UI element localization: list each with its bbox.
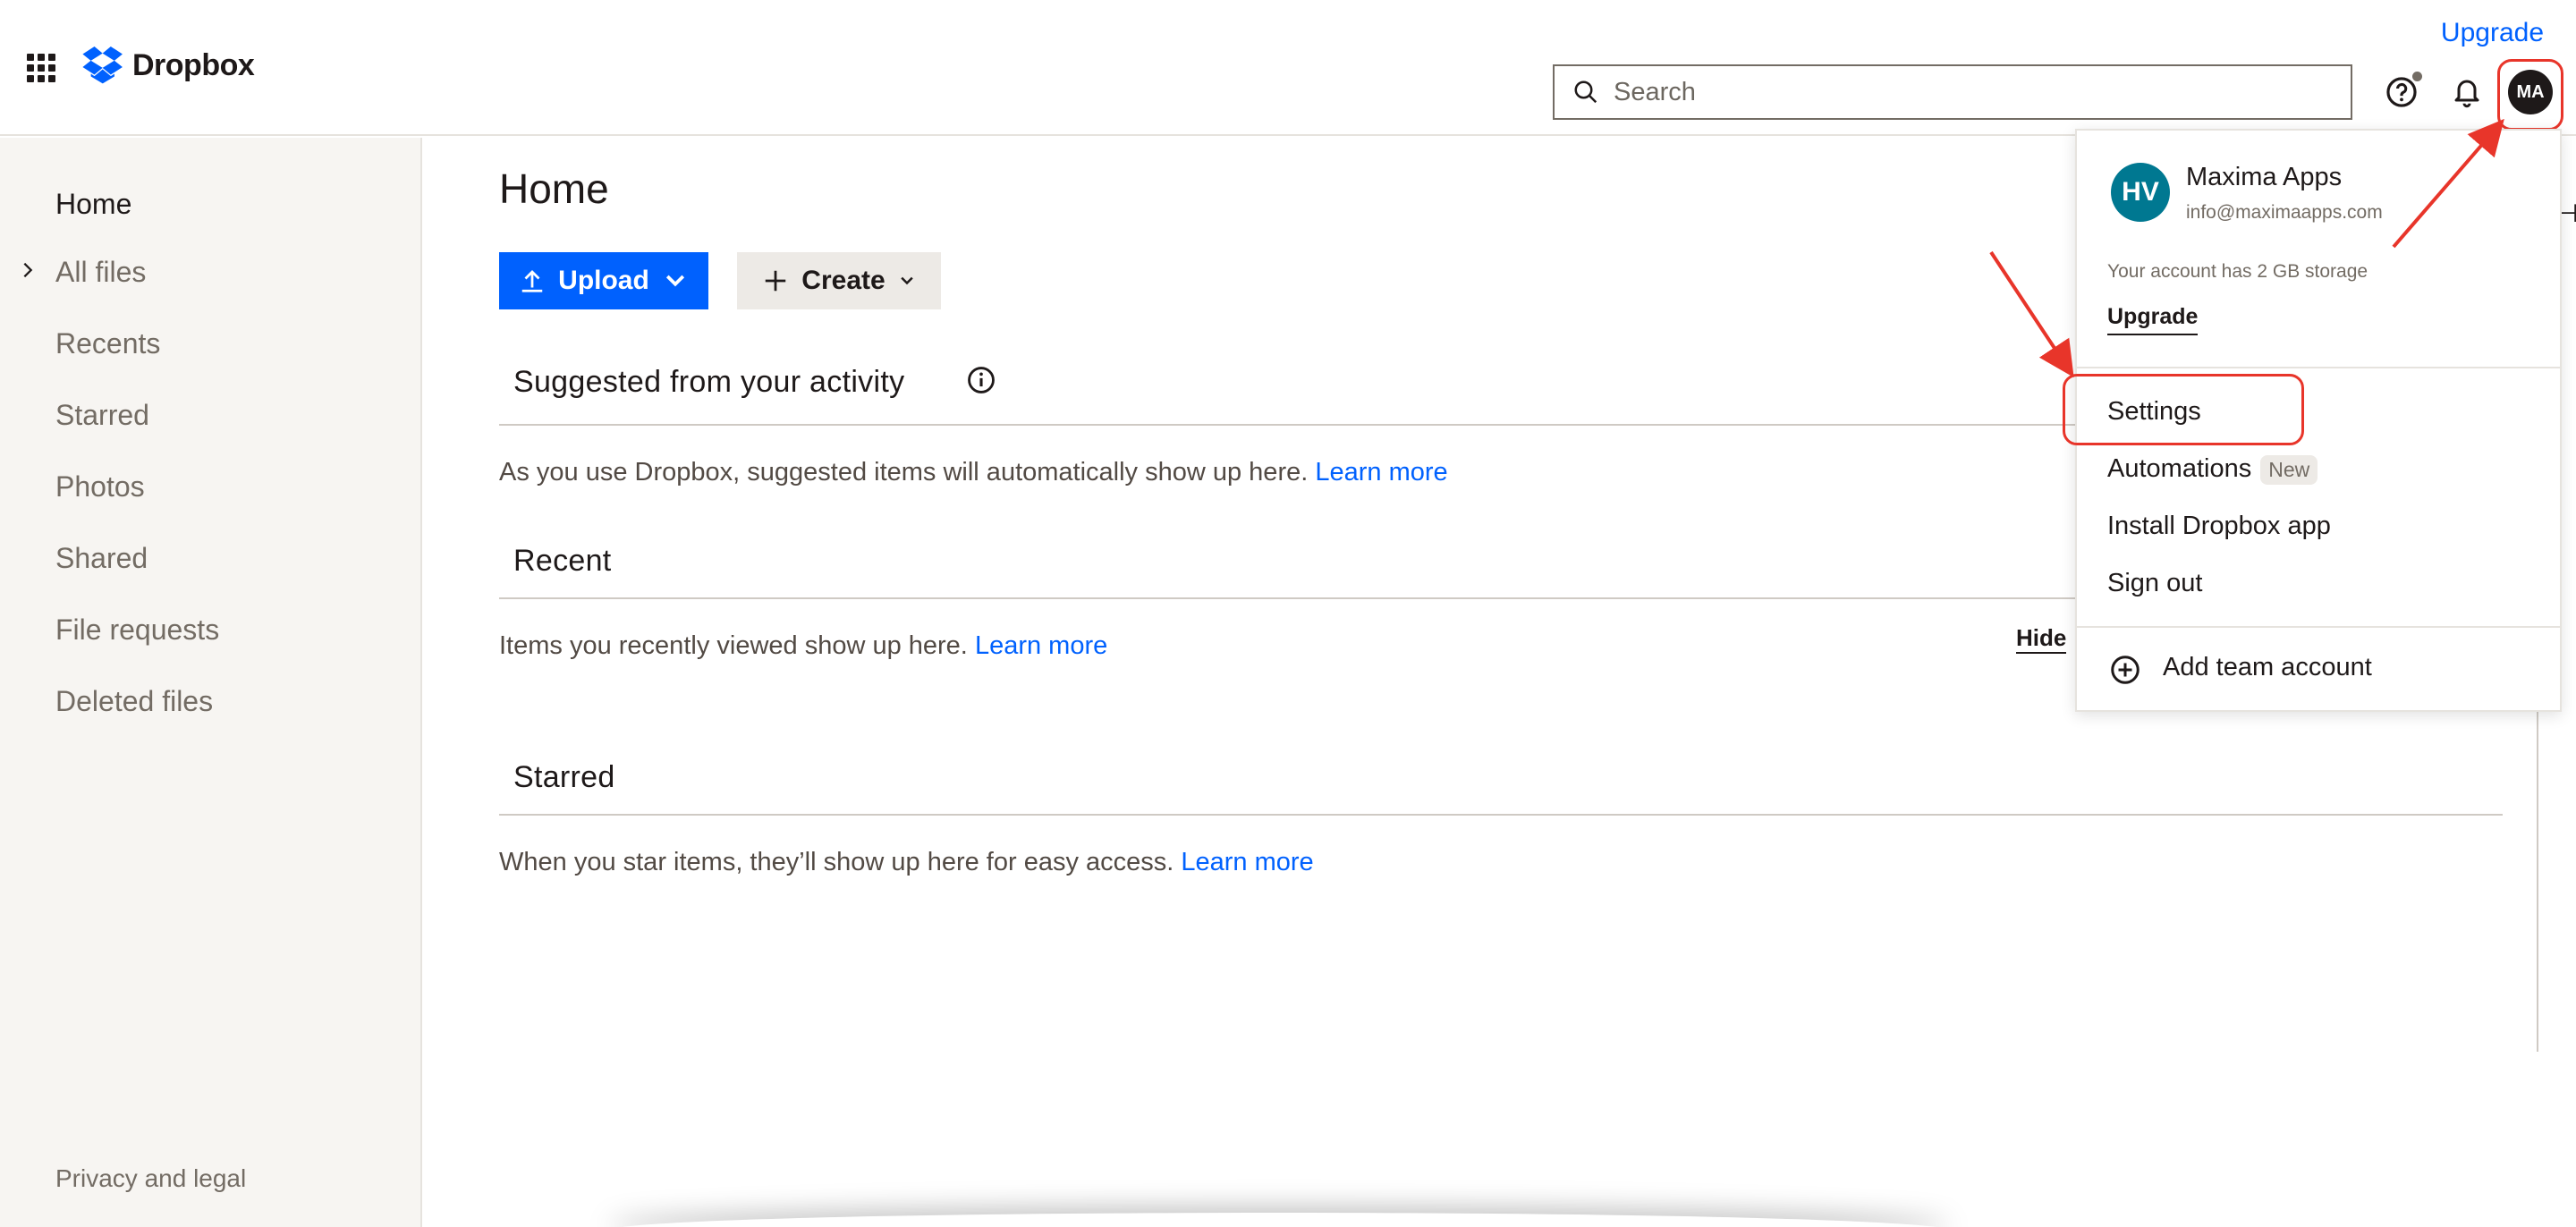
upload-icon xyxy=(521,270,543,292)
menu-upgrade-link[interactable]: Upgrade xyxy=(2107,304,2199,335)
section-title-suggested: Suggested from your activity xyxy=(513,365,905,399)
create-button[interactable]: Create xyxy=(737,252,941,309)
sidebar: Home All files Recents Starred Photos Sh… xyxy=(0,138,422,1227)
search-input[interactable] xyxy=(1614,77,2311,107)
info-icon[interactable] xyxy=(966,365,996,395)
settings-annotation-box xyxy=(2063,374,2304,445)
add-circle-icon xyxy=(2111,656,2140,684)
search-icon xyxy=(1574,80,1597,104)
menu-item-add-team[interactable]: Add team account xyxy=(2163,653,2372,682)
section-text-starred: When you star items, they’ll show up her… xyxy=(499,848,1314,877)
recent-description: Items you recently viewed show up here. xyxy=(499,631,968,660)
sidebar-item-photos[interactable]: Photos xyxy=(55,470,145,503)
sidebar-item-starred[interactable]: Starred xyxy=(55,399,149,432)
top-upgrade-link[interactable]: Upgrade xyxy=(2441,18,2544,48)
privacy-legal-link[interactable]: Privacy and legal xyxy=(55,1164,246,1193)
account-name: Maxima Apps xyxy=(2186,163,2343,191)
automations-label: Automations xyxy=(2107,454,2252,483)
plus-icon xyxy=(766,270,786,292)
menu-item-automations[interactable]: Automations New xyxy=(2107,454,2318,485)
sidebar-item-home[interactable]: Home xyxy=(55,188,131,221)
sidebar-item-deleted-files[interactable]: Deleted files xyxy=(55,685,213,718)
sidebar-item-all-files[interactable]: All files xyxy=(55,256,146,289)
search-box[interactable] xyxy=(1553,64,2352,120)
starred-description: When you star items, they’ll show up her… xyxy=(499,848,1174,876)
section-text-suggested: As you use Dropbox, suggested items will… xyxy=(499,458,1448,487)
account-email: info@maximaapps.com xyxy=(2186,202,2383,223)
menu-divider xyxy=(2077,626,2560,628)
chevron-down-icon xyxy=(900,276,913,285)
bell-icon[interactable] xyxy=(2451,75,2483,109)
menu-avatar: HV xyxy=(2111,163,2170,222)
menu-item-install-app[interactable]: Install Dropbox app xyxy=(2107,512,2331,541)
notification-dot xyxy=(2412,72,2422,81)
section-divider xyxy=(499,814,2503,816)
learn-more-link[interactable]: Learn more xyxy=(1315,458,1447,487)
upload-button[interactable]: Upload xyxy=(499,252,708,309)
menu-item-sign-out[interactable]: Sign out xyxy=(2107,569,2202,598)
top-bar: Dropbox Upgrade MA xyxy=(0,0,2576,136)
learn-more-link[interactable]: Learn more xyxy=(1181,848,1313,876)
storage-info: Your account has 2 GB storage xyxy=(2107,261,2368,282)
section-text-recent: Items you recently viewed show up here. … xyxy=(499,631,1107,661)
sidebar-item-recents[interactable]: Recents xyxy=(55,327,160,360)
create-label: Create xyxy=(801,266,886,295)
sidebar-item-file-requests[interactable]: File requests xyxy=(55,614,219,647)
brand-name: Dropbox xyxy=(132,47,255,82)
upload-label: Upload xyxy=(558,266,649,295)
avatar-annotation-box xyxy=(2497,59,2563,131)
new-badge: New xyxy=(2260,454,2318,485)
chevron-down-icon xyxy=(665,275,684,287)
suggested-description: As you use Dropbox, suggested items will… xyxy=(499,458,1309,487)
dropbox-logo[interactable]: Dropbox xyxy=(82,47,255,84)
dropbox-logo-icon xyxy=(82,47,123,84)
section-title-recent: Recent xyxy=(513,544,612,578)
menu-divider xyxy=(2077,367,2560,368)
page-title: Home xyxy=(499,165,609,212)
learn-more-link[interactable]: Learn more xyxy=(975,631,1107,660)
hide-starred-link[interactable]: Hide xyxy=(2016,624,2067,654)
section-title-starred: Starred xyxy=(513,760,615,794)
chevron-right-icon[interactable] xyxy=(18,260,38,280)
sidebar-item-shared[interactable]: Shared xyxy=(55,542,148,575)
app-grid-icon[interactable] xyxy=(27,54,55,82)
